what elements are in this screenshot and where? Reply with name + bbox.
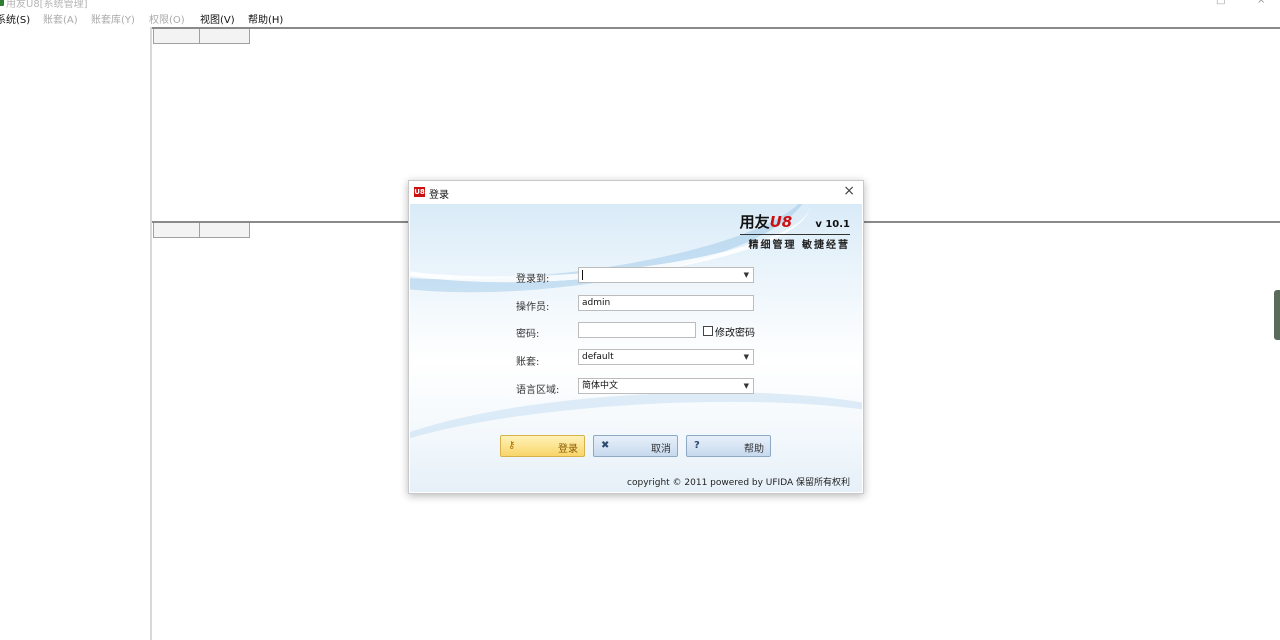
account-set-label: 账套: xyxy=(516,357,540,368)
password-input[interactable] xyxy=(578,322,696,338)
operator-label: 操作员: xyxy=(516,302,550,313)
change-password-checkbox[interactable] xyxy=(703,326,713,336)
text-cursor xyxy=(582,269,583,280)
app-icon xyxy=(0,0,4,6)
brand-version: v 10.1 xyxy=(815,219,850,230)
x-icon: ✖ xyxy=(601,440,610,451)
dialog-title-bar: U8 登录 × xyxy=(409,181,863,203)
brand-name: 用友U8 xyxy=(739,213,793,231)
chevron-down-icon[interactable]: ▼ xyxy=(744,350,749,364)
language-select[interactable]: 简体中文 ▼ xyxy=(578,378,754,394)
lower-pane-tabs[interactable] xyxy=(153,223,250,238)
cancel-button[interactable]: ✖ 取消 xyxy=(593,435,678,457)
window-title: 用友U8[系统管理] xyxy=(6,0,88,10)
question-icon: ? xyxy=(694,440,700,451)
operator-input[interactable] xyxy=(578,295,754,311)
account-set-select[interactable]: default ▼ xyxy=(578,349,754,365)
maximize-button[interactable]: □ xyxy=(1216,0,1225,6)
menu-account-library[interactable]: 账套库(Y) xyxy=(91,11,135,26)
dialog-title: 登录 xyxy=(429,190,449,201)
language-label: 语言区域: xyxy=(516,385,560,396)
pane-splitter[interactable] xyxy=(150,27,152,640)
menu-help[interactable]: 帮助(H) xyxy=(248,11,283,26)
menu-permissions[interactable]: 权限(O) xyxy=(149,11,185,26)
change-password-label: 修改密码 xyxy=(715,328,755,339)
key-icon: ⚷ xyxy=(508,440,516,451)
chevron-down-icon[interactable]: ▼ xyxy=(744,268,749,282)
help-button[interactable]: ? 帮助 xyxy=(686,435,771,457)
password-label: 密码: xyxy=(516,329,540,340)
login-button[interactable]: ⚷ 登录 xyxy=(500,435,585,457)
brand-block: 用友U8 v 10.1 精细管理 敏捷经营 xyxy=(739,211,850,251)
close-icon[interactable]: × xyxy=(843,183,855,199)
upper-pane-tabs[interactable] xyxy=(153,29,250,44)
side-widget[interactable] xyxy=(1274,290,1280,340)
menu-account-set[interactable]: 账套(A) xyxy=(43,11,78,26)
menu-system[interactable]: 系统(S) xyxy=(0,11,30,26)
brand-slogan: 精细管理 敏捷经营 xyxy=(739,234,850,251)
dialog-body: 用友U8 v 10.1 精细管理 敏捷经营 登录到: ▼ 操作员: 密码: 修改… xyxy=(410,204,862,492)
login-to-label: 登录到: xyxy=(516,274,550,285)
u8-logo-icon: U8 xyxy=(414,187,425,197)
window-title-bar: 用友U8[系统管理] □ × xyxy=(0,0,1280,10)
menu-bar: 系统(S) 账套(A) 账套库(Y) 权限(O) 视图(V) 帮助(H) xyxy=(0,10,1280,26)
menu-view[interactable]: 视图(V) xyxy=(200,11,235,26)
login-to-select[interactable]: ▼ xyxy=(578,267,754,283)
chevron-down-icon[interactable]: ▼ xyxy=(744,379,749,393)
pane-top-border xyxy=(152,27,1280,29)
close-window-button[interactable]: × xyxy=(1257,0,1265,6)
copyright-text: copyright © 2011 powered by UFIDA 保留所有权利 xyxy=(627,478,850,488)
login-dialog: U8 登录 × 用友U8 v 10.1 精细管理 敏捷经营 登录到: ▼ 操作员… xyxy=(408,180,864,494)
